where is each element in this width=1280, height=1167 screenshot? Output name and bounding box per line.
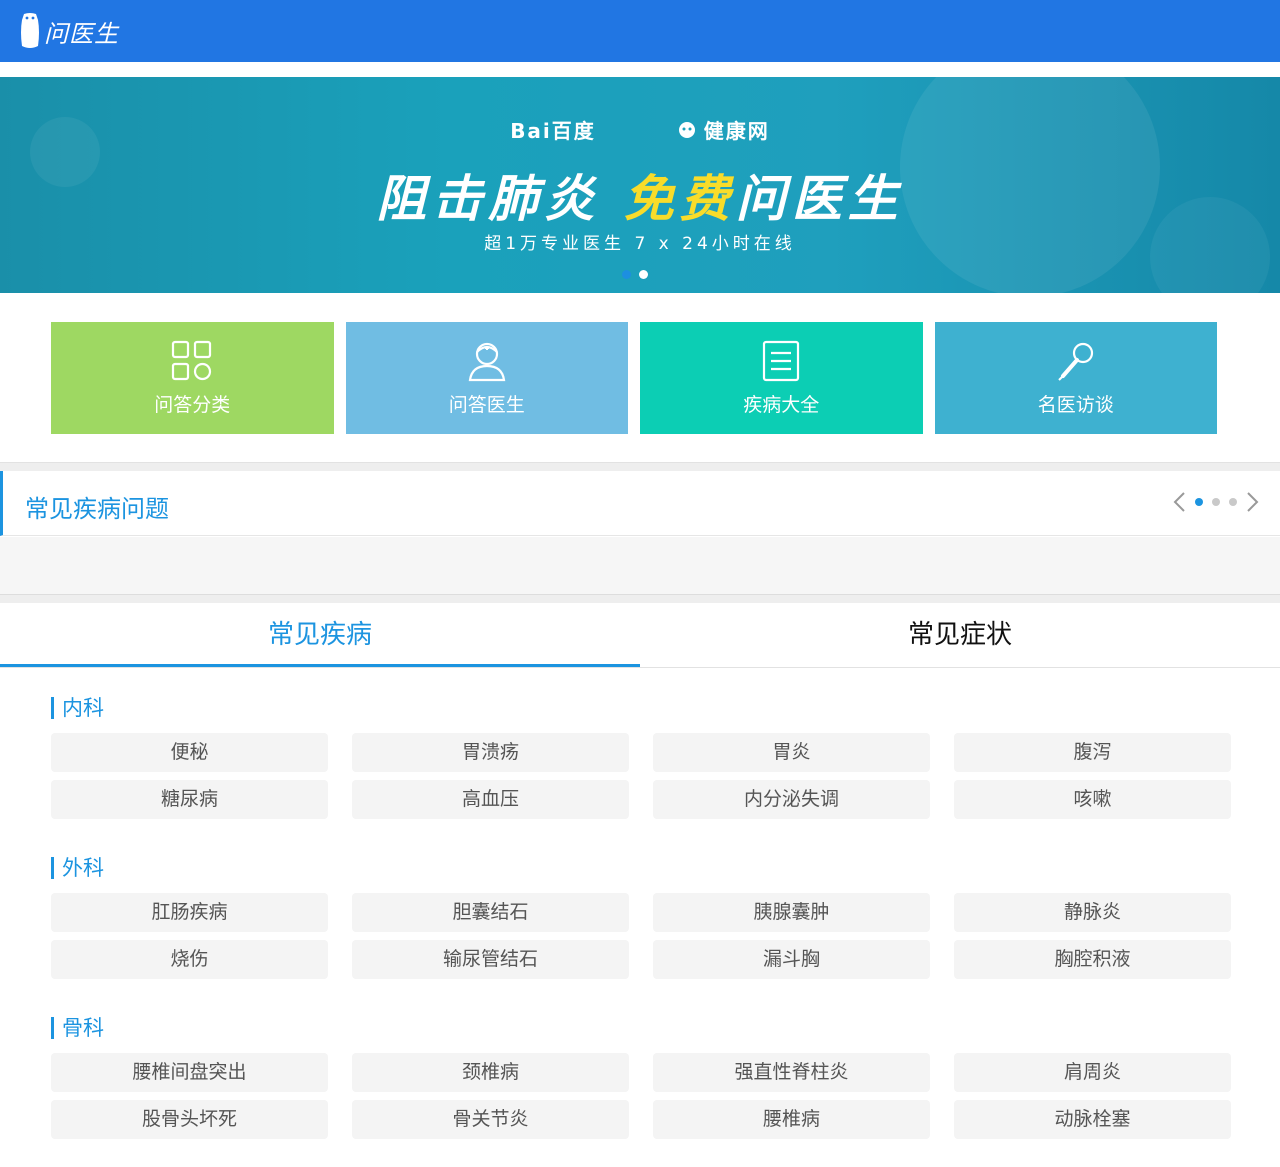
site-logo[interactable]: 问医生: [18, 10, 119, 52]
jiankang-icon: [678, 121, 695, 138]
chevron-left-icon[interactable]: [1172, 491, 1186, 513]
jiankang-logo: 健康网: [676, 115, 770, 144]
category-surgery: 外科 肛肠疾病 胆囊结石 胰腺囊肿 静脉炎 烧伤 输尿管结石 漏斗胸 胸腔积液: [51, 857, 1231, 979]
disease-chip[interactable]: 咳嗽: [954, 780, 1231, 819]
disease-chip[interactable]: 胃炎: [653, 733, 930, 772]
tile-label: 名医访谈: [1037, 393, 1114, 416]
tile-label: 疾病大全: [743, 393, 820, 416]
disease-chip[interactable]: 胆囊结石: [352, 893, 629, 932]
disease-chip[interactable]: 腰椎病: [653, 1100, 930, 1139]
section-content-empty: [0, 537, 1280, 595]
headline-highlight: 免费: [623, 170, 736, 228]
logo-badge: [18, 12, 42, 50]
disease-chip[interactable]: 输尿管结石: [352, 940, 629, 979]
category-title: 骨科: [51, 1017, 1231, 1039]
banner-dots: [622, 270, 648, 279]
disease-chip[interactable]: 胰腺囊肿: [653, 893, 930, 932]
baidu-logo: Bai百度: [510, 115, 596, 144]
disease-tabs: 常见疾病 常见症状: [0, 603, 1280, 668]
disease-chip[interactable]: 高血压: [352, 780, 629, 819]
disease-chip[interactable]: 漏斗胸: [653, 940, 930, 979]
tile-doctor-interviews[interactable]: 名医访谈: [934, 322, 1217, 434]
category-grid: 肛肠疾病 胆囊结石 胰腺囊肿 静脉炎 烧伤 输尿管结石 漏斗胸 胸腔积液: [51, 893, 1231, 979]
category-title: 外科: [51, 857, 1231, 879]
header-gap: [0, 62, 1280, 77]
common-questions-section: 常见疾病问题: [0, 471, 1280, 536]
pager-dot-1[interactable]: [1195, 498, 1203, 506]
disease-chip[interactable]: 股骨头坏死: [51, 1100, 328, 1139]
pager-dot-2[interactable]: [1212, 498, 1220, 506]
disease-chip[interactable]: 静脉炎: [954, 893, 1231, 932]
tile-qa-categories[interactable]: 问答分类: [51, 322, 334, 434]
promo-banner[interactable]: Bai百度 健康网 阻击肺炎 免费问医生 超1万专业医生 7 x 24小时在线: [0, 77, 1280, 293]
section-pager: [1172, 491, 1260, 513]
disease-chip[interactable]: 肩周炎: [954, 1053, 1231, 1092]
logo-text: 问医生: [44, 19, 119, 48]
banner-dot-2[interactable]: [639, 270, 648, 279]
disease-chip[interactable]: 骨关节炎: [352, 1100, 629, 1139]
tile-disease-encyclopedia[interactable]: 疾病大全: [640, 322, 923, 434]
jiankang-logo-text: 健康网: [703, 119, 770, 143]
category-orthopedics: 骨科 腰椎间盘突出 颈椎病 强直性脊柱炎 肩周炎 股骨头坏死 骨关节炎 腰椎病 …: [51, 1017, 1231, 1139]
banner-subline: 超1万专业医生 7 x 24小时在线: [484, 234, 796, 254]
tile-label: 问答分类: [154, 393, 231, 416]
disease-chip[interactable]: 颈椎病: [352, 1053, 629, 1092]
disease-chip[interactable]: 便秘: [51, 733, 328, 772]
microphone-icon: [1058, 342, 1093, 381]
chevron-right-icon[interactable]: [1246, 491, 1260, 513]
tile-label: 问答医生: [448, 393, 525, 416]
category-title: 内科: [51, 697, 1231, 719]
disease-chip[interactable]: 内分泌失调: [653, 780, 930, 819]
category-internal-medicine: 内科 便秘 胃溃疡 胃炎 腹泻 糖尿病 高血压 内分泌失调 咳嗽: [51, 697, 1231, 819]
tab-common-symptoms[interactable]: 常见症状: [640, 603, 1280, 667]
doctor-icon: [468, 342, 506, 381]
category-grid: 腰椎间盘突出 颈椎病 强直性脊柱炎 肩周炎 股骨头坏死 骨关节炎 腰椎病 动脉栓…: [51, 1053, 1231, 1139]
headline-part1: 阻击肺炎: [376, 170, 624, 228]
section-title: 常见疾病问题: [25, 495, 169, 523]
disease-chip[interactable]: 腹泻: [954, 733, 1231, 772]
tile-qa-doctors[interactable]: 问答医生: [345, 322, 628, 434]
document-icon: [763, 340, 800, 381]
pager-dot-3[interactable]: [1229, 498, 1237, 506]
disease-chip[interactable]: 肛肠疾病: [51, 893, 328, 932]
disease-chip[interactable]: 糖尿病: [51, 780, 328, 819]
disease-chip[interactable]: 胸腔积液: [954, 940, 1231, 979]
banner-dot-1[interactable]: [622, 270, 631, 279]
top-header: 问医生: [0, 0, 1280, 62]
disease-chip[interactable]: 强直性脊柱炎: [653, 1053, 930, 1092]
banner-partners: Bai百度 健康网: [0, 115, 1280, 144]
banner-headline: 阻击肺炎 免费问医生: [0, 159, 1280, 231]
headline-part2: 问医生: [735, 170, 904, 228]
disease-chip[interactable]: 烧伤: [51, 940, 328, 979]
baidu-logo-text: Bai百度: [510, 119, 596, 143]
disease-chip[interactable]: 胃溃疡: [352, 733, 629, 772]
category-grid: 便秘 胃溃疡 胃炎 腹泻 糖尿病 高血压 内分泌失调 咳嗽: [51, 733, 1231, 819]
disease-chip[interactable]: 腰椎间盘突出: [51, 1053, 328, 1092]
quick-nav: 问答分类 问答医生 疾病大全 名医访谈: [51, 322, 1217, 434]
disease-chip[interactable]: 动脉栓塞: [954, 1100, 1231, 1139]
divider: [0, 594, 1280, 603]
divider: [0, 462, 1280, 471]
grid-icon: [172, 340, 212, 380]
tab-common-diseases[interactable]: 常见疾病: [0, 603, 640, 667]
